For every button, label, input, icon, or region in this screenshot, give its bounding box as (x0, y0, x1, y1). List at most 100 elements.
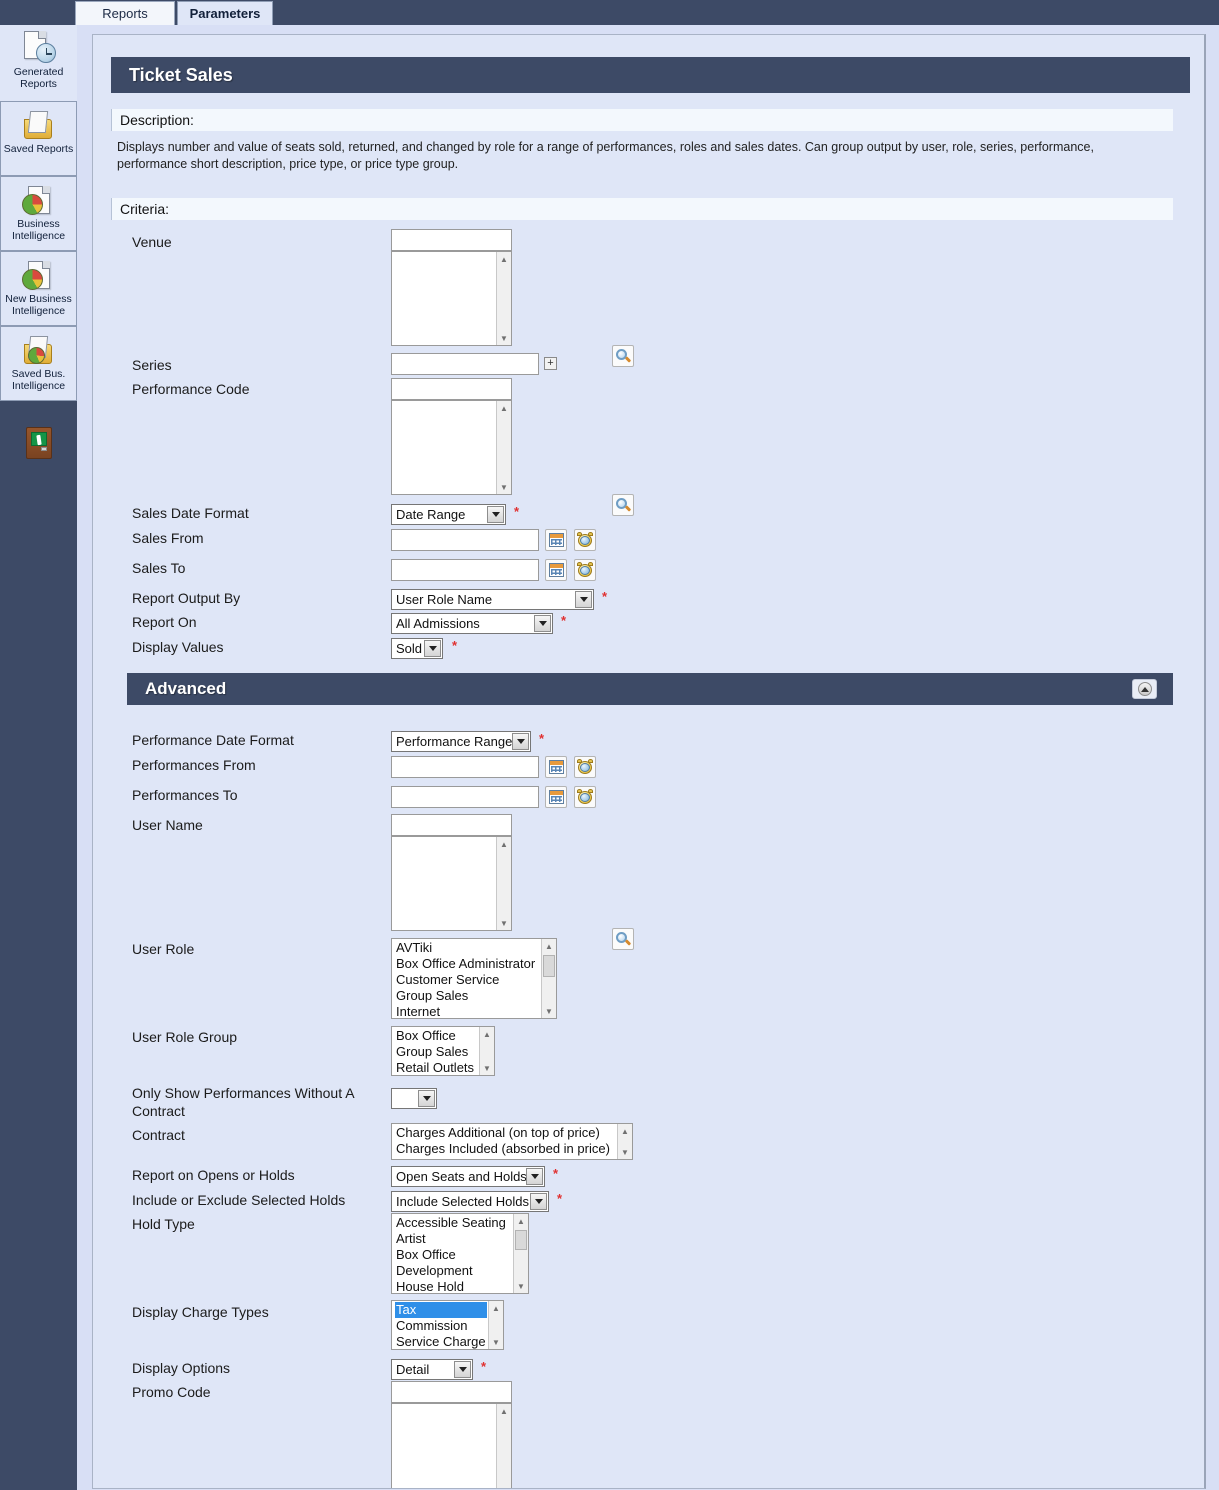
chevron-down-icon[interactable] (534, 615, 551, 632)
list-item[interactable]: Charges Additional (on top of price) (395, 1125, 616, 1141)
scroll-down-icon[interactable]: ▼ (497, 916, 511, 930)
scroll-up-icon[interactable]: ▲ (542, 939, 556, 953)
display-charge-types-listbox-items[interactable]: Tax Commission Service Charge (392, 1301, 487, 1349)
user-role-listbox[interactable]: AVTiki Box Office Administrator Customer S… (391, 938, 557, 1019)
list-item[interactable]: Charges Included (absorbed in price) (395, 1141, 616, 1157)
venue-scrollbar[interactable]: ▲ ▼ (496, 252, 511, 345)
hold-type-scrollbar[interactable]: ▲ ▼ (513, 1214, 528, 1293)
scroll-down-icon[interactable]: ▼ (497, 331, 511, 345)
scroll-up-icon[interactable]: ▲ (480, 1027, 494, 1041)
tab-reports[interactable]: Reports (75, 1, 175, 25)
list-item[interactable]: Group Sales (395, 1044, 478, 1060)
venue-search-button[interactable] (612, 345, 634, 367)
promo-code-scrollbar[interactable]: ▲ ▼ (496, 1404, 511, 1488)
sales-date-format-select[interactable]: Date Range (391, 504, 506, 525)
performance-date-format-select[interactable]: Performance Range (391, 731, 531, 752)
performance-code-scrollbar[interactable]: ▲ ▼ (496, 401, 511, 494)
performances-to-time-button[interactable] (574, 786, 596, 808)
venue-input[interactable] (391, 229, 512, 251)
sales-from-calendar-button[interactable] (545, 529, 567, 551)
promo-code-listbox[interactable]: ▲ ▼ (391, 1403, 512, 1488)
series-input[interactable] (391, 353, 539, 375)
contract-scrollbar[interactable]: ▲ ▼ (617, 1124, 632, 1159)
sales-to-input[interactable] (391, 559, 539, 581)
chevron-down-icon[interactable] (512, 733, 529, 750)
list-item[interactable]: House Hold (395, 1279, 512, 1293)
plus-box-icon[interactable]: + (544, 357, 557, 370)
scroll-up-icon[interactable]: ▲ (514, 1214, 528, 1228)
list-item[interactable]: Tax (395, 1302, 487, 1318)
sales-to-calendar-button[interactable] (545, 559, 567, 581)
user-name-listbox[interactable]: ▲ ▼ (391, 836, 512, 931)
sidebar-item-generated-reports[interactable]: Generated Reports (0, 25, 77, 101)
chevron-down-icon[interactable] (530, 1193, 547, 1210)
scroll-up-icon[interactable]: ▲ (489, 1301, 503, 1315)
user-name-scrollbar[interactable]: ▲ ▼ (496, 837, 511, 930)
sales-from-time-button[interactable] (574, 529, 596, 551)
user-name-input[interactable] (391, 814, 512, 836)
scroll-up-icon[interactable]: ▲ (497, 1404, 511, 1418)
list-item[interactable]: Customer Service (395, 972, 540, 988)
user-role-group-listbox[interactable]: Box Office Group Sales Retail Outlets ▲ ▼ (391, 1026, 495, 1076)
list-item[interactable]: Development (395, 1263, 512, 1279)
user-role-scrollbar[interactable]: ▲ ▼ (541, 939, 556, 1018)
scroll-thumb[interactable] (515, 1230, 527, 1250)
scroll-down-icon[interactable]: ▼ (514, 1279, 528, 1293)
scroll-up-icon[interactable]: ▲ (497, 401, 511, 415)
list-item[interactable]: Internet (395, 1004, 540, 1018)
list-item[interactable]: Box Office (395, 1247, 512, 1263)
scroll-down-icon[interactable]: ▼ (618, 1145, 632, 1159)
contract-listbox-items[interactable]: Charges Additional (on top of price) Char… (392, 1124, 616, 1157)
list-item[interactable]: AVTiki (395, 940, 540, 956)
chevron-down-icon[interactable] (454, 1361, 471, 1378)
tab-parameters[interactable]: Parameters (177, 1, 273, 25)
display-charge-types-scrollbar[interactable]: ▲ ▼ (488, 1301, 503, 1349)
report-on-opens-or-holds-select[interactable]: Open Seats and Holds (391, 1166, 545, 1187)
report-output-by-select[interactable]: User Role Name (391, 589, 594, 610)
chevron-down-icon[interactable] (575, 591, 592, 608)
display-charge-types-listbox[interactable]: Tax Commission Service Charge ▲ ▼ (391, 1300, 504, 1350)
scroll-up-icon[interactable]: ▲ (497, 252, 511, 266)
scroll-up-icon[interactable]: ▲ (618, 1124, 632, 1138)
venue-listbox[interactable]: ▲ ▼ (391, 251, 512, 346)
list-item[interactable]: Service Charge (395, 1334, 487, 1349)
scroll-down-icon[interactable]: ▼ (497, 480, 511, 494)
performance-code-listbox[interactable]: ▲ ▼ (391, 400, 512, 495)
include-exclude-holds-select[interactable]: Include Selected Holds (391, 1191, 549, 1212)
list-item[interactable]: Box Office Administrator (395, 956, 540, 972)
scroll-down-icon[interactable]: ▼ (497, 1483, 511, 1488)
list-item[interactable]: Retail Outlets (395, 1060, 478, 1075)
scroll-thumb[interactable] (543, 955, 555, 977)
sidebar-item-saved-bus-intelligence[interactable]: Saved Bus. Intelligence (0, 326, 77, 401)
promo-code-input[interactable] (391, 1381, 512, 1403)
list-item[interactable]: Group Sales (395, 988, 540, 1004)
sidebar-item-new-business-intelligence[interactable]: New Business Intelligence (0, 251, 77, 326)
scroll-down-icon[interactable]: ▼ (480, 1061, 494, 1075)
scroll-down-icon[interactable]: ▼ (542, 1004, 556, 1018)
display-options-select[interactable]: Detail (391, 1359, 473, 1380)
user-role-group-listbox-items[interactable]: Box Office Group Sales Retail Outlets (392, 1027, 478, 1075)
exit-door-icon[interactable] (25, 427, 52, 459)
display-values-select[interactable]: Sold (391, 638, 443, 659)
sidebar-item-business-intelligence[interactable]: Business Intelligence (0, 176, 77, 251)
user-role-listbox-items[interactable]: AVTiki Box Office Administrator Customer S… (392, 939, 540, 1018)
user-name-search-button[interactable] (612, 928, 634, 950)
performances-to-calendar-button[interactable] (545, 786, 567, 808)
sales-to-time-button[interactable] (574, 559, 596, 581)
list-item[interactable]: Box Office (395, 1028, 478, 1044)
chevron-down-icon[interactable] (424, 640, 441, 657)
list-item[interactable]: Commission (395, 1318, 487, 1334)
chevron-down-icon[interactable] (526, 1168, 543, 1185)
performances-from-input[interactable] (391, 756, 539, 778)
report-on-select[interactable]: All Admissions (391, 613, 553, 634)
scroll-down-icon[interactable]: ▼ (489, 1335, 503, 1349)
list-item[interactable]: Accessible Seating (395, 1215, 512, 1231)
sidebar-item-saved-reports[interactable]: Saved Reports (0, 101, 77, 176)
chevron-down-icon[interactable] (487, 506, 504, 523)
scroll-up-icon[interactable]: ▲ (497, 837, 511, 851)
contract-listbox[interactable]: Charges Additional (on top of price) Char… (391, 1123, 633, 1160)
advanced-collapse-button[interactable] (1132, 679, 1157, 699)
hold-type-listbox-items[interactable]: Accessible Seating Artist Box Office Develo… (392, 1214, 512, 1293)
only-show-without-contract-select[interactable] (391, 1088, 437, 1109)
sales-from-input[interactable] (391, 529, 539, 551)
